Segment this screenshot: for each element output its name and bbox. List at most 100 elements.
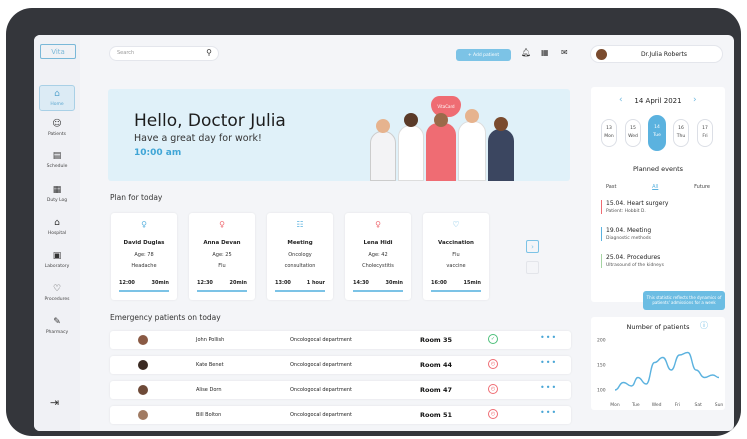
planned-events-title: Planned events: [632, 165, 684, 173]
sidebar-item-label: Home: [50, 102, 64, 107]
card-line3: vaccine: [446, 263, 466, 269]
card-underline: [431, 290, 481, 292]
sidebar-item-hospital[interactable]: ⌂ Hospital: [34, 218, 80, 236]
card-start: 12:30: [197, 280, 213, 286]
room: Room 51: [420, 411, 453, 419]
table-row[interactable]: Bill Bolton Oncologocal department Room …: [110, 406, 571, 424]
calendar-day[interactable]: 16 Thu: [673, 119, 689, 147]
mail-icon[interactable]: ✉: [561, 48, 568, 57]
calendar-icon[interactable]: ▦: [541, 48, 549, 57]
pharmacy-icon: ✎: [53, 317, 61, 327]
day-name: Mon: [604, 134, 614, 139]
patient-name: Bill Bolton: [196, 412, 222, 418]
patient-icon: ♀: [141, 220, 147, 229]
department: Oncologocal department: [290, 337, 352, 343]
tab-future[interactable]: Future: [694, 184, 710, 190]
event-item[interactable]: 25.04. Procedures Ultrasound of the kidn…: [601, 254, 719, 268]
status-check-icon: ✓: [488, 334, 498, 344]
sidebar-item-label: Hospital: [47, 231, 67, 236]
table-row[interactable]: Alise Dorn Oncologocal department Room 4…: [110, 381, 571, 399]
sidebar-item-pharmacy[interactable]: ✎ Pharmacy: [34, 317, 80, 335]
sidebar-item-label: Patients: [47, 132, 66, 137]
calendar-day-selected[interactable]: 14 Tue: [648, 115, 666, 151]
patients-series-line: [614, 351, 720, 391]
sidebar-item-laboratory[interactable]: ▣ Laboratory: [34, 251, 80, 269]
card-title: Vaccination: [438, 240, 474, 246]
card-duration: 15min: [463, 280, 481, 286]
patient-name: John Pollish: [196, 337, 225, 343]
status-clock-icon: ◴: [488, 384, 498, 394]
search-icon[interactable]: ⚲: [206, 48, 212, 57]
laboratory-icon: ▣: [52, 251, 62, 261]
more-icon[interactable]: •••: [540, 333, 557, 342]
bell-icon[interactable]: 🔔︎: [521, 48, 531, 57]
card-line3: Cholecystitis: [362, 263, 394, 269]
more-icon[interactable]: •••: [540, 358, 557, 367]
calendar-day[interactable]: 15 Wed: [625, 119, 641, 147]
calendar-day[interactable]: 13 Mon: [601, 119, 617, 147]
add-patient-button[interactable]: + Add patient: [456, 49, 511, 61]
patient-icon: ♀: [219, 220, 225, 229]
sidebar-item-schedule[interactable]: ▤ Schedule: [34, 151, 80, 169]
prev-arrow-button[interactable]: [526, 261, 539, 274]
day-number: 16: [678, 126, 684, 131]
user-profile[interactable]: Dr.Julia Roberts: [590, 45, 723, 63]
logout-icon[interactable]: ⇥: [50, 396, 59, 409]
avatar: [138, 385, 148, 395]
plan-card-4[interactable]: ♡ Vaccination Flu vaccine 16:00 15min: [423, 213, 489, 300]
card-duration: 1 hour: [306, 280, 325, 286]
chevron-right-icon[interactable]: ›: [693, 95, 697, 105]
x-tick-label: Fri: [675, 402, 680, 408]
more-icon[interactable]: •••: [540, 383, 557, 392]
patient-name: Alise Dorn: [196, 387, 222, 393]
emergency-title: Emergency patients on today: [110, 313, 221, 322]
x-tick-label: Sat: [695, 402, 703, 408]
day-name: Tue: [653, 133, 661, 138]
x-tick-label: Sun: [715, 402, 724, 408]
card-underline: [353, 290, 403, 292]
tab-past[interactable]: Past: [606, 184, 616, 190]
card-start: 14:30: [353, 280, 369, 286]
patient-name: Kate Benet: [196, 362, 224, 368]
sidebar-item-label: Pharmacy: [45, 330, 69, 335]
room: Room 44: [420, 361, 453, 369]
duty-log-icon: ▦: [52, 185, 62, 195]
plan-card-3[interactable]: ♀ Lena Hidi Age: 42 Cholecystitis 14:30 3…: [345, 213, 411, 300]
department: Oncologocal department: [290, 387, 352, 393]
status-clock-icon: ◴: [488, 409, 498, 419]
card-start: 12:00: [119, 280, 135, 286]
event-item[interactable]: 19.04. Meeting Diagnostic methods: [601, 227, 719, 241]
sidebar-item-label: Duty Log: [46, 198, 68, 203]
search-input[interactable]: Search ⚲: [109, 46, 219, 61]
plan-card-1[interactable]: ♀ Anna Devan Age: 25 Flu 12:30 20min: [189, 213, 255, 300]
table-row[interactable]: Kate Benet Oncologocal department Room 4…: [110, 356, 571, 374]
plan-card-2[interactable]: ☷ Meeting Oncology consultation 13:00 1 h…: [267, 213, 333, 300]
sidebar-item-duty-log[interactable]: ▦ Duty Log: [34, 185, 80, 203]
card-title: Anna Devan: [203, 240, 241, 246]
x-tick-label: Tue: [631, 402, 640, 408]
avatar: [138, 335, 148, 345]
sidebar-item-procedures[interactable]: ♡ Procedures: [34, 284, 80, 302]
avatar: [138, 360, 148, 370]
day-number: 17: [702, 126, 708, 131]
sidebar-item-label: Schedule: [46, 164, 68, 169]
sidebar-item-patients[interactable]: ☺ Patients: [34, 119, 80, 137]
card-line2: Age: 78: [134, 252, 154, 258]
card-title: David Duglas: [123, 240, 165, 246]
sidebar-item-home[interactable]: ⌂ Home: [39, 85, 75, 111]
plan-card-0[interactable]: ♀ David Duglas Age: 78 Headache 12:00 30m…: [111, 213, 177, 300]
calendar-day[interactable]: 17 Fri: [697, 119, 713, 147]
table-row[interactable]: John Pollish Oncologocal department Room…: [110, 331, 571, 349]
patients-icon: ☺: [52, 119, 62, 129]
more-icon[interactable]: •••: [540, 408, 557, 417]
sidebar: Vita ⌂ Home ☺ Patients ▤ Schedule ▦ Duty…: [34, 35, 80, 431]
tab-all[interactable]: All: [652, 184, 658, 190]
next-arrow-button[interactable]: ›: [526, 240, 539, 253]
y-tick-label: 200: [597, 338, 606, 344]
room: Room 35: [420, 336, 453, 344]
day-name: Thu: [676, 134, 686, 139]
app-screen: Vita ⌂ Home ☺ Patients ▤ Schedule ▦ Duty…: [34, 35, 734, 431]
greeting-subtitle: Have a great day for work!: [134, 133, 262, 144]
event-item[interactable]: 15.04. Heart surgery Patient: Hobbit D.: [601, 200, 719, 214]
current-time: 10:00 am: [134, 148, 182, 158]
